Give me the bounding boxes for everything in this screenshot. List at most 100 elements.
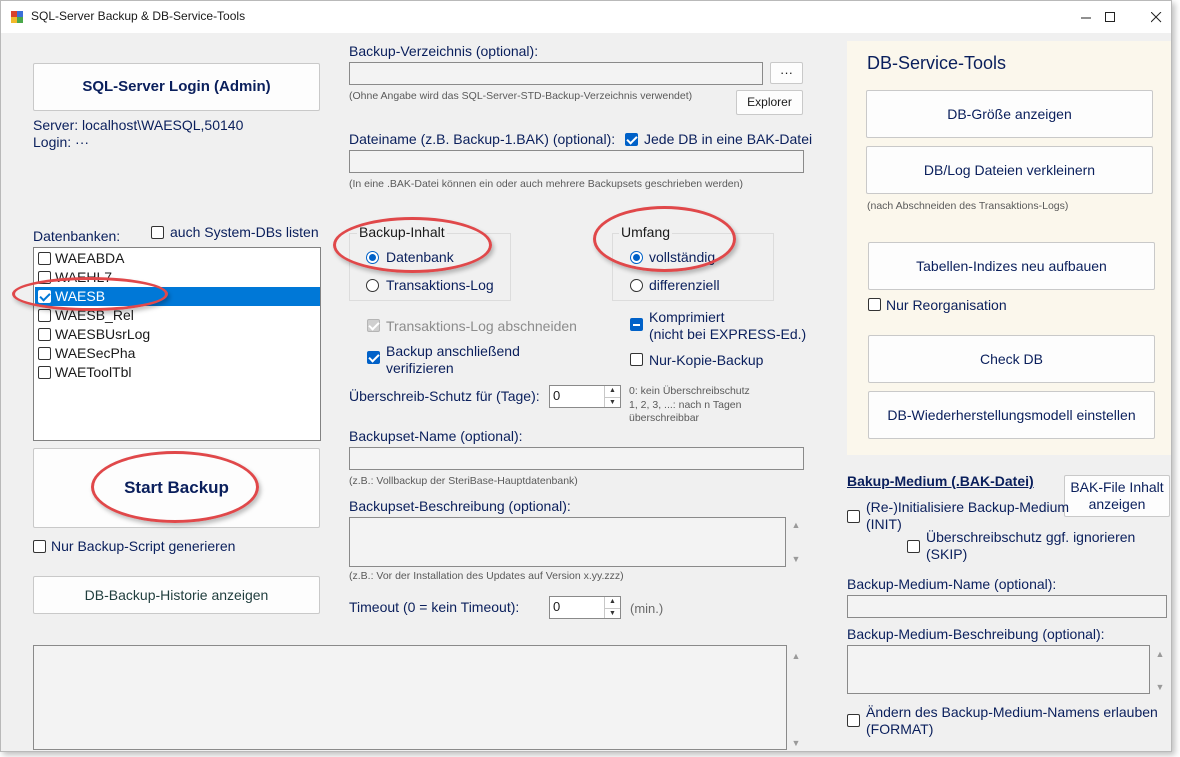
maximize-button[interactable] <box>1087 1 1133 33</box>
tools-title: DB-Service-Tools <box>867 53 1007 73</box>
medium-desc-scroll-down-icon[interactable]: ▼ <box>1154 682 1166 692</box>
scope-full-radio[interactable] <box>630 251 643 264</box>
content-translog-radio[interactable] <box>366 279 379 292</box>
databases-label: Datenbanken: <box>33 228 121 244</box>
compress-label-1: Komprimiert <box>649 309 725 325</box>
content-database-label: Datenbank <box>386 249 454 265</box>
db-checkbox[interactable] <box>38 271 51 284</box>
db-checkbox[interactable] <box>38 328 51 341</box>
list-item[interactable]: WAEHL7 <box>35 268 320 287</box>
init-medium-checkbox[interactable] <box>847 510 860 523</box>
reorg-only-label: Nur Reorganisation <box>886 297 1007 313</box>
medium-desc-input[interactable] <box>847 645 1150 694</box>
verify-checkbox[interactable] <box>367 351 380 364</box>
shrink-hint: (nach Abschneiden des Transaktions-Logs) <box>867 200 1069 212</box>
skip-label-1: Überschreibschutz ggf. ignorieren <box>926 529 1136 545</box>
truncate-log-label: Transaktions-Log abschneiden <box>386 318 577 334</box>
backupset-name-hint: (z.B.: Vollbackup der SteriBase-Hauptdat… <box>349 475 578 487</box>
compress-checkbox[interactable] <box>630 318 643 331</box>
backupset-desc-label: Backupset-Beschreibung (optional): <box>349 498 571 514</box>
log-output[interactable] <box>33 645 787 750</box>
script-only-checkbox[interactable] <box>33 540 46 553</box>
title-bar: SQL-Server Backup & DB-Service-Tools <box>1 1 1171 33</box>
overwrite-hint-2: 1, 2, 3, ...: nach n Tagen <box>629 399 742 411</box>
shrink-files-button[interactable]: DB/Log Dateien verkleinern <box>866 146 1153 194</box>
copy-only-label: Nur-Kopie-Backup <box>649 352 764 368</box>
start-backup-button[interactable]: Start Backup <box>33 448 320 528</box>
close-icon <box>1150 11 1161 22</box>
db-size-button[interactable]: DB-Größe anzeigen <box>866 90 1153 138</box>
log-scroll-down-icon[interactable]: ▼ <box>790 738 802 748</box>
medium-desc-scroll-up-icon[interactable]: ▲ <box>1154 649 1166 659</box>
db-checkbox[interactable] <box>38 347 51 360</box>
list-item[interactable]: WAESecPha <box>35 344 320 363</box>
sql-login-button[interactable]: SQL-Server Login (Admin) <box>33 63 320 111</box>
main-window: SQL-Server Backup & DB-Service-Tools SQL… <box>0 0 1172 752</box>
timeout-unit: (min.) <box>630 601 664 616</box>
timeout-label: Timeout (0 = kein Timeout): <box>349 599 520 615</box>
backupset-name-label: Backupset-Name (optional): <box>349 428 523 444</box>
backup-dir-input[interactable] <box>349 62 763 85</box>
close-button[interactable] <box>1133 1 1179 33</box>
reorg-only-checkbox[interactable] <box>868 298 881 311</box>
explorer-button[interactable]: Explorer <box>736 90 803 115</box>
server-info: Server: localhost\WAESQL,50140 <box>33 117 244 133</box>
medium-name-input[interactable] <box>847 595 1167 618</box>
backupset-name-input[interactable] <box>349 447 804 470</box>
bak-file-content-button[interactable]: BAK-File Inhalt anzeigen <box>1064 475 1170 517</box>
verify-label-1: Backup anschließend <box>386 343 520 359</box>
desc-scroll-down-icon[interactable]: ▼ <box>790 554 802 564</box>
backup-content-label: Backup-Inhalt <box>357 224 447 240</box>
scope-full-label: vollständig <box>649 249 716 265</box>
verify-label-2: verifizieren <box>386 360 454 376</box>
skip-label-2: (SKIP) <box>926 546 968 562</box>
list-item[interactable]: WAEToolTbl <box>35 363 320 382</box>
backup-history-button[interactable]: DB-Backup-Historie anzeigen <box>33 576 320 614</box>
init-medium-label-2: (INIT) <box>866 516 902 532</box>
compress-label-2: (nicht bei EXPRESS-Ed.) <box>649 326 807 342</box>
log-scroll-up-icon[interactable]: ▲ <box>790 651 802 661</box>
backupset-desc-input[interactable] <box>349 517 786 567</box>
each-db-file-checkbox[interactable] <box>625 133 638 146</box>
browse-dir-button[interactable]: ··· <box>770 62 803 84</box>
login-info: Login: ··· <box>33 134 90 150</box>
list-item[interactable]: WAEABDA <box>35 249 320 268</box>
db-checkbox[interactable] <box>38 290 51 303</box>
list-item-selected[interactable]: WAESB <box>35 287 320 306</box>
db-checkbox[interactable] <box>38 309 51 322</box>
init-medium-label-1: (Re-)Initialisiere Backup-Medium <box>866 499 1070 515</box>
overwrite-hint-3: überschreibbar <box>629 412 700 424</box>
recovery-model-button[interactable]: DB-Wiederherstellungsmodell einstellen <box>868 391 1155 439</box>
rebuild-indexes-button[interactable]: Tabellen-Indizes neu aufbauen <box>868 242 1155 290</box>
system-dbs-label: auch System-DBs listen <box>170 224 319 240</box>
backup-dir-hint: (Ohne Angabe wird das SQL-Server-STD-Bac… <box>349 90 693 102</box>
system-dbs-checkbox[interactable] <box>151 226 164 239</box>
check-db-button[interactable]: Check DB <box>868 335 1155 383</box>
overwrite-days-stepper[interactable]: 0 ▲ ▼ <box>549 385 621 408</box>
content-database-radio[interactable] <box>366 251 379 264</box>
scope-diff-radio[interactable] <box>630 279 643 292</box>
copy-only-checkbox[interactable] <box>630 353 643 366</box>
desc-scroll-up-icon[interactable]: ▲ <box>790 520 802 530</box>
content-translog-label: Transaktions-Log <box>386 277 494 293</box>
filename-label: Dateiname (z.B. Backup-1.BAK) (optional)… <box>349 131 616 147</box>
db-checkbox[interactable] <box>38 252 51 265</box>
medium-name-label: Backup-Medium-Name (optional): <box>847 576 1057 592</box>
truncate-log-checkbox[interactable] <box>367 319 380 332</box>
filename-input[interactable] <box>349 150 804 173</box>
format-checkbox[interactable] <box>847 714 860 727</box>
spin-up-icon[interactable]: ▲ <box>604 386 620 397</box>
spin-down-icon[interactable]: ▼ <box>604 396 620 407</box>
timeout-stepper[interactable]: 0 ▲ ▼ <box>549 596 621 619</box>
backup-dir-label: Backup-Verzeichnis (optional): <box>349 43 539 59</box>
database-list[interactable]: WAEABDA WAEHL7 WAESB WAESB_Rel WAESBUsrL… <box>33 247 321 441</box>
medium-title: Bakup-Medium (.BAK-Datei) <box>847 473 1034 489</box>
spin-down-icon[interactable]: ▼ <box>604 607 620 618</box>
spin-up-icon[interactable]: ▲ <box>604 597 620 608</box>
list-item[interactable]: WAESBUsrLog <box>35 325 320 344</box>
db-checkbox[interactable] <box>38 366 51 379</box>
list-item[interactable]: WAESB_Rel <box>35 306 320 325</box>
scope-label: Umfang <box>619 224 673 240</box>
skip-checkbox[interactable] <box>907 540 920 553</box>
overwrite-hint-1: 0: kein Überschreibschutz <box>629 385 750 397</box>
